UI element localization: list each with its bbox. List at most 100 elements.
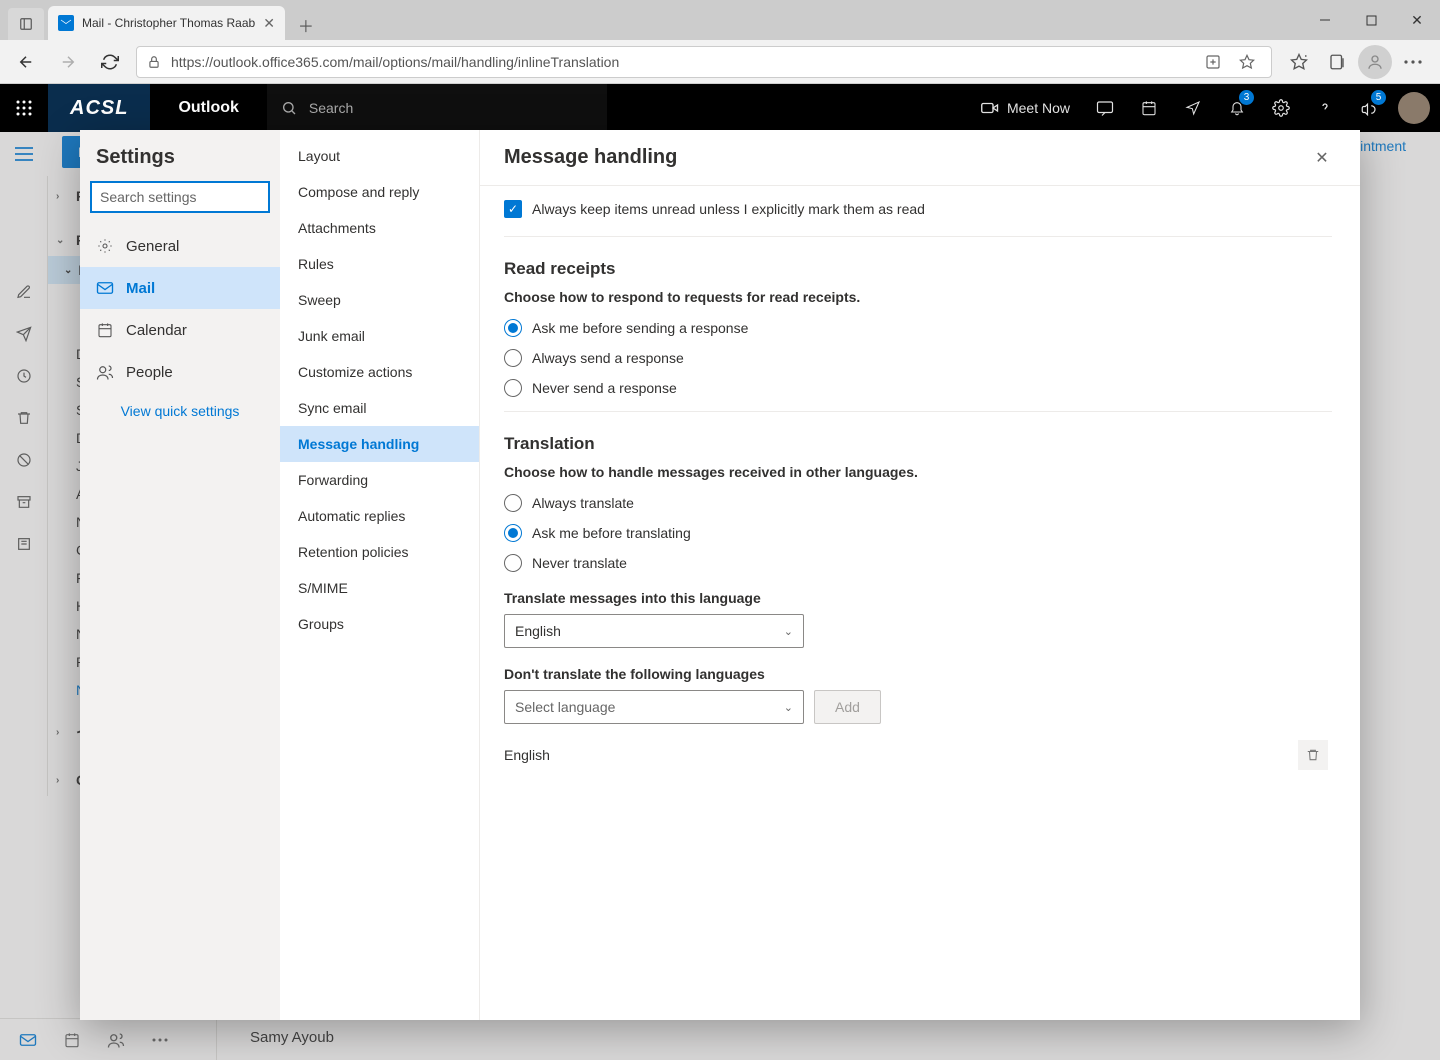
sub-layout[interactable]: Layout — [280, 138, 479, 174]
window-close-button[interactable]: ✕ — [1394, 0, 1440, 40]
calendar-module-icon[interactable] — [52, 1020, 92, 1060]
global-search[interactable]: Search — [267, 84, 607, 132]
settings-pane: Message handling ✕ ✓ Always keep items u… — [480, 130, 1360, 1020]
search-placeholder: Search — [309, 100, 353, 116]
more-modules-icon[interactable] — [140, 1020, 180, 1060]
dont-translate-select[interactable]: Select language ⌄ — [504, 690, 804, 724]
rr-always-radio[interactable]: Always send a response — [504, 349, 1332, 367]
outlook-favicon — [58, 15, 74, 31]
trash-icon[interactable] — [4, 398, 44, 438]
view-quick-settings-link[interactable]: View quick settings — [80, 393, 280, 419]
whats-new-badge: 5 — [1371, 90, 1386, 105]
address-bar[interactable]: https://outlook.office365.com/mail/optio… — [136, 46, 1272, 78]
category-mail[interactable]: Mail — [80, 267, 280, 309]
new-tab-button[interactable]: ＋ — [291, 10, 321, 40]
meet-now-button[interactable]: Meet Now — [967, 100, 1084, 116]
module-switcher — [0, 1018, 214, 1060]
window-maximize-button[interactable] — [1348, 0, 1394, 40]
org-brand[interactable]: ACSL — [48, 84, 150, 132]
checkbox-checked-icon: ✓ — [504, 200, 522, 218]
sub-sweep[interactable]: Sweep — [280, 282, 479, 318]
keep-unread-checkbox[interactable]: ✓ Always keep items unread unless I expl… — [504, 200, 1332, 218]
settings-gear-button[interactable] — [1260, 84, 1302, 132]
browser-menu-button[interactable] — [1396, 45, 1430, 79]
tr-never-radio[interactable]: Never translate — [504, 554, 1332, 572]
nav-back-button[interactable] — [10, 46, 42, 78]
people-module-icon[interactable] — [96, 1020, 136, 1060]
settings-dialog: Settings Search settings General Mail Ca… — [80, 130, 1360, 1020]
help-button[interactable] — [1304, 84, 1346, 132]
mail-module-icon[interactable] — [8, 1020, 48, 1060]
translation-heading: Translation — [504, 434, 1332, 454]
sub-rules[interactable]: Rules — [280, 246, 479, 282]
chevron-down-icon: ⌄ — [784, 625, 793, 638]
sub-sync[interactable]: Sync email — [280, 390, 479, 426]
clock-icon[interactable] — [4, 356, 44, 396]
video-icon — [981, 101, 999, 115]
favorites-button[interactable] — [1282, 45, 1316, 79]
category-calendar[interactable]: Calendar — [80, 309, 280, 351]
sub-groups[interactable]: Groups — [280, 606, 479, 642]
whats-new-button[interactable]: 5 — [1348, 84, 1390, 132]
sub-automatic[interactable]: Automatic replies — [280, 498, 479, 534]
sub-compose[interactable]: Compose and reply — [280, 174, 479, 210]
nav-forward-button[interactable] — [52, 46, 84, 78]
browser-toolbar: https://outlook.office365.com/mail/optio… — [0, 40, 1440, 84]
sub-message-handling[interactable]: Message handling — [280, 426, 479, 462]
tips-button[interactable] — [1172, 84, 1214, 132]
category-people[interactable]: People — [80, 351, 280, 393]
app-name[interactable]: Outlook — [150, 99, 266, 117]
tab-close-icon[interactable]: ✕ — [263, 15, 275, 32]
send-icon[interactable] — [4, 314, 44, 354]
archive-icon[interactable] — [4, 482, 44, 522]
app-launcher-button[interactable] — [0, 84, 48, 132]
app-available-icon[interactable] — [1199, 48, 1227, 76]
site-lock-icon[interactable] — [147, 55, 161, 69]
profile-button[interactable] — [1358, 45, 1392, 79]
sub-attachments[interactable]: Attachments — [280, 210, 479, 246]
notifications-button[interactable]: 3 — [1216, 84, 1258, 132]
nav-refresh-button[interactable] — [94, 46, 126, 78]
tr-always-radio[interactable]: Always translate — [504, 494, 1332, 512]
sub-retention[interactable]: Retention policies — [280, 534, 479, 570]
block-icon[interactable] — [4, 440, 44, 480]
remove-language-button[interactable] — [1298, 740, 1328, 770]
left-icon-rail — [0, 176, 48, 796]
sub-customize[interactable]: Customize actions — [280, 354, 479, 390]
excluded-language-row: English — [504, 740, 1328, 770]
settings-search-input[interactable]: Search settings — [90, 181, 270, 213]
sub-forwarding[interactable]: Forwarding — [280, 462, 479, 498]
trash-icon — [1306, 748, 1320, 762]
calendar-icon — [96, 322, 114, 338]
read-receipts-sub: Choose how to respond to requests for re… — [504, 289, 1332, 305]
appointment-link[interactable]: ointment — [1352, 138, 1422, 154]
read-receipts-heading: Read receipts — [504, 259, 1332, 279]
collections-button[interactable] — [1320, 45, 1354, 79]
list-item-sender[interactable]: Samy Ayoub — [250, 1029, 334, 1046]
account-avatar[interactable] — [1398, 92, 1430, 124]
nav-hamburger-button[interactable] — [0, 132, 48, 176]
add-language-button[interactable]: Add — [814, 690, 881, 724]
rr-ask-radio[interactable]: Ask me before sending a response — [504, 319, 1332, 337]
divider — [504, 411, 1332, 412]
category-general[interactable]: General — [80, 225, 280, 267]
sub-smime[interactable]: S/MIME — [280, 570, 479, 606]
tab-actions-button[interactable] — [8, 8, 44, 40]
rr-never-radio[interactable]: Never send a response — [504, 379, 1332, 397]
app-header: ACSL Outlook Search Meet Now 3 5 — [0, 84, 1440, 132]
notes-icon[interactable] — [4, 524, 44, 564]
dialog-close-button[interactable]: ✕ — [1308, 144, 1336, 172]
pane-title: Message handling — [504, 146, 677, 169]
tr-ask-radio[interactable]: Ask me before translating — [504, 524, 1332, 542]
compose-icon[interactable] — [4, 272, 44, 312]
translate-into-select[interactable]: English ⌄ — [504, 614, 804, 648]
favorite-star-icon[interactable] — [1233, 48, 1261, 76]
people-icon — [96, 364, 114, 380]
teams-chat-button[interactable] — [1084, 84, 1126, 132]
browser-tab[interactable]: Mail - Christopher Thomas Raab ✕ — [48, 6, 285, 40]
my-day-button[interactable] — [1128, 84, 1170, 132]
gear-icon — [96, 238, 114, 254]
window-minimize-button[interactable] — [1302, 0, 1348, 40]
chevron-down-icon: ⌄ — [784, 701, 793, 714]
sub-junk[interactable]: Junk email — [280, 318, 479, 354]
